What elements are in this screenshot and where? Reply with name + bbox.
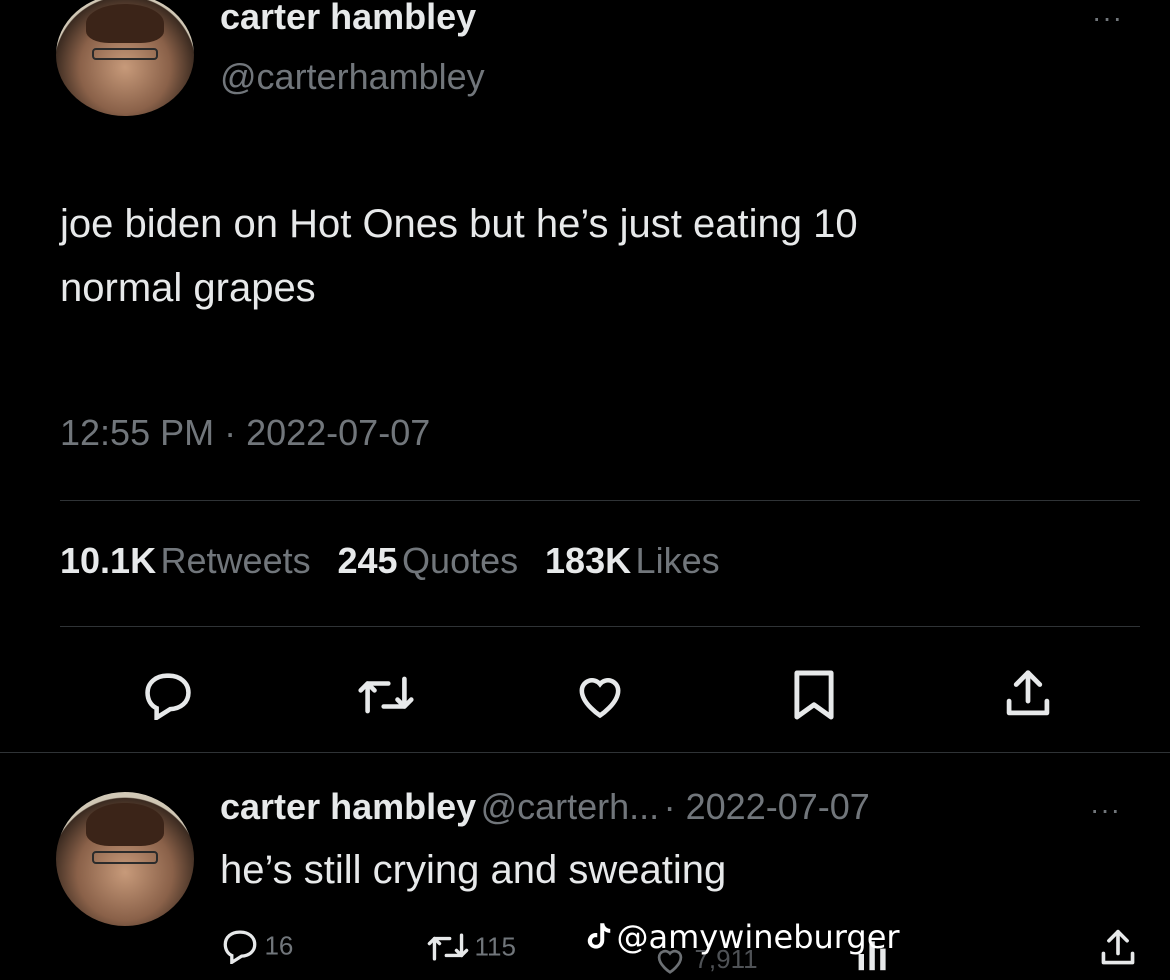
watermark-handle: @amywineburger (616, 918, 900, 956)
share-icon[interactable] (1002, 668, 1054, 720)
likes-label: Likes (635, 540, 720, 581)
main-timestamp[interactable]: 12:55 PM · 2022-07-07 (60, 412, 430, 454)
main-author-handle[interactable]: @carterhambley (220, 56, 485, 98)
retweets-label: Retweets (160, 540, 311, 581)
reply-author-name[interactable]: carter hambley (220, 786, 476, 827)
stats-row: 10.1K Retweets 245 Quotes 183K Likes (60, 540, 720, 582)
retweets-stat[interactable]: 10.1K Retweets (60, 540, 315, 581)
tiktok-logo-icon (586, 922, 612, 952)
main-author-avatar[interactable] (56, 0, 194, 116)
reply-retweet-action[interactable]: 115 (426, 930, 516, 964)
heart-icon[interactable] (572, 670, 628, 720)
bookmark-icon[interactable] (792, 668, 836, 722)
avatar-hair (86, 3, 164, 43)
divider-bottom (0, 752, 1170, 753)
main-more-menu-icon[interactable]: ··· (1092, 2, 1123, 34)
quotes-label: Quotes (402, 540, 519, 581)
tweet-text-line-2: normal grapes (60, 266, 316, 310)
divider-top (60, 500, 1140, 501)
reply-author-handle[interactable]: @carterh... (481, 786, 660, 827)
reply-icon (220, 928, 260, 964)
tweet-text-line-1: joe biden on Hot Ones but he’s just eati… (60, 202, 858, 246)
retweet-icon (426, 930, 470, 964)
divider-middle (60, 626, 1140, 627)
main-tweet-text: joe biden on Hot Ones but he’s just eati… (60, 192, 1150, 320)
main-author-name[interactable]: carter hambley (220, 0, 476, 38)
reply-text: he’s still crying and sweating (220, 848, 727, 892)
reply-count: 16 (264, 930, 294, 961)
avatar-glasses (91, 47, 159, 60)
quotes-stat[interactable]: 245 Quotes (338, 540, 523, 581)
avatar-hair (86, 802, 164, 846)
reply-reply-action[interactable]: 16 (220, 928, 293, 964)
retweet-icon[interactable] (356, 672, 416, 718)
reply-author-avatar[interactable] (56, 792, 194, 926)
tiktok-watermark: @amywineburger (586, 918, 900, 956)
avatar-glasses (91, 850, 159, 865)
reply-more-menu-icon[interactable]: ··· (1090, 794, 1121, 826)
likes-stat[interactable]: 183K Likes (545, 540, 720, 581)
retweets-count: 10.1K (60, 540, 157, 581)
reply-icon[interactable] (140, 670, 196, 720)
reply-date[interactable]: · 2022-07-07 (664, 786, 870, 827)
likes-count: 183K (545, 540, 632, 581)
quotes-count: 245 (337, 540, 398, 581)
share-icon[interactable] (1098, 928, 1138, 968)
retweet-count: 115 (474, 931, 516, 962)
reply-header: carter hambley @carterh... · 2022-07-07 (220, 786, 870, 828)
